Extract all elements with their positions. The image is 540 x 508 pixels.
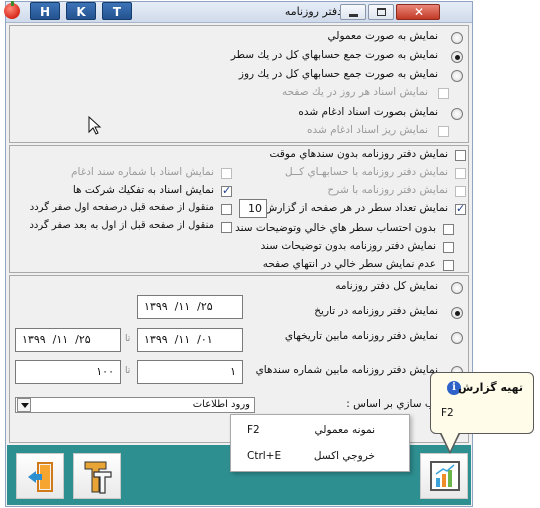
checkbox-with-total-accounts[interactable]	[455, 168, 466, 179]
h-button[interactable]: H	[30, 2, 60, 20]
report-button[interactable]	[420, 453, 468, 499]
single-date-input[interactable]: ۱۳۹۹ /۱۱ /۲۵	[137, 295, 243, 319]
label-rows-per-page: نمايش تعداد سطر در هر صفحه از گزارش	[264, 202, 448, 214]
restore-button[interactable]	[368, 4, 394, 20]
radio-between-dates[interactable]	[451, 332, 463, 344]
tooltip-title: تهيه گزارش	[458, 381, 523, 394]
report-tooltip: i تهيه گزارش F2	[430, 372, 534, 434]
label-whole-journal: نمايش كل دفتر روزنامه	[335, 280, 438, 292]
k-button[interactable]: K	[66, 2, 96, 20]
menu-item-normal[interactable]: F2 نمونه معمولي	[231, 418, 409, 444]
checkbox-no-trailing-blank[interactable]	[443, 260, 454, 271]
chevron-down-icon[interactable]	[17, 398, 31, 412]
radio-on-date[interactable]	[451, 307, 463, 319]
checkbox-no-temp-docs[interactable]	[455, 150, 466, 161]
menu-item-excel[interactable]: Ctrl+E خروجي اكسل	[231, 444, 409, 470]
checkbox-no-doc-notes[interactable]	[443, 242, 454, 253]
minimize-button[interactable]	[340, 4, 366, 20]
menu-label-normal: نمونه معمولي	[314, 424, 375, 436]
radio-whole-journal[interactable]	[451, 282, 463, 294]
label-between-dates: نمايش دفتر روزنامه مابين تاريخهاي	[284, 330, 438, 342]
doc-to-input[interactable]: ۱۰۰	[15, 360, 121, 384]
window-title: دفتر روزنامه	[284, 5, 342, 18]
label-carry-zero-after: منقول از صفحه قبل از اول به بعد صفر گردد	[29, 220, 214, 231]
t-button[interactable]: T	[102, 2, 132, 20]
checkbox-merged-doc-number[interactable]	[221, 168, 232, 179]
checkbox-with-description[interactable]	[455, 186, 466, 197]
font-tt-icon	[84, 461, 112, 494]
label-merged-doc-number: نمايش اسناد با شماره سند ادغام	[71, 166, 214, 178]
label-carry-zero-first: منقول از صفحه قبل درصفحه اول صفر گردد	[29, 202, 214, 213]
label-with-total-accounts: نمايش دفتر روزنامه با حسابهـاي كــل	[285, 166, 448, 178]
date-from-input[interactable]: ۱۳۹۹ /۱۱ /۰۱	[137, 328, 243, 352]
label-day-per-page: نمايش اسناد هر روز در يك صفحه	[282, 86, 428, 98]
checkbox-merged-detail[interactable]	[438, 126, 449, 137]
label-no-doc-notes: نمايش دفتر روزنامه بدون توضيحات سند	[260, 240, 436, 252]
exit-button[interactable]	[16, 453, 64, 499]
checkbox-day-per-page[interactable]	[438, 88, 449, 99]
radio-sum-per-day[interactable]	[451, 70, 463, 82]
label-merged-docs: نمايش بصورت اسناد ادغام شده	[298, 106, 438, 118]
tooltip-tail-inner	[441, 432, 459, 451]
display-mode-panel: نمايش به صورت معمولي نمايش به صورت جمع ح…	[9, 25, 469, 143]
checkbox-exclude-blank-rows[interactable]	[443, 224, 454, 235]
label-no-trailing-blank: عدم نمايش سطر خالي در انتهاي صفحه	[262, 258, 436, 270]
doc-from-input[interactable]: ۱	[137, 360, 243, 384]
label-by-company: نمايش اسناد به تفكيك شركت ها	[72, 184, 214, 196]
menu-shortcut-excel: Ctrl+E	[247, 450, 282, 462]
label-with-description: نمايش دفتر روزنامه با شرح	[327, 184, 448, 196]
app-logo-icon	[4, 1, 20, 19]
rows-per-page-input[interactable]: 10	[239, 199, 267, 218]
to-label-2: تا	[125, 366, 131, 376]
label-between-docs: نمايش دفتر روزنامه مابين شماره سندهاي	[255, 364, 438, 376]
exit-door-icon	[28, 462, 53, 492]
font-button[interactable]	[73, 453, 121, 499]
label-no-temp-docs: نمايش دفتر روزنامه بدون سندهاي موقت	[269, 148, 448, 160]
date-to-input[interactable]: ۱۳۹۹ /۱۱ /۲۵	[15, 328, 121, 352]
label-merged-detail: نمايش ريز اسناد ادغام شده	[307, 124, 428, 136]
label-sum-per-day: نمايش به صورت جمع حسابهاي كل در يك روز	[238, 68, 438, 80]
close-icon: ✕	[414, 5, 425, 19]
label-on-date: نمايش دفتر روزنامه در تاريخ	[314, 305, 438, 317]
checkbox-rows-per-page[interactable]	[455, 202, 466, 215]
checkbox-by-company[interactable]	[221, 184, 232, 197]
tooltip-shortcut: F2	[441, 407, 454, 419]
mouse-cursor-icon	[88, 116, 102, 135]
report-context-menu: F2 نمونه معمولي Ctrl+E خروجي اكسل	[230, 414, 410, 472]
radio-sum-per-line[interactable]	[451, 51, 463, 63]
bar-chart-icon	[430, 461, 460, 491]
checkbox-carry-zero-first[interactable]	[221, 204, 232, 215]
sort-select-value: ورود اطلاعات	[192, 399, 250, 410]
to-label: تا	[125, 334, 131, 344]
close-button[interactable]: ✕	[396, 4, 440, 20]
radio-merged-docs[interactable]	[451, 108, 463, 120]
sort-select[interactable]: ورود اطلاعات	[15, 397, 255, 413]
menu-shortcut-normal: F2	[247, 424, 260, 436]
options-panel: نمايش دفتر روزنامه بدون سندهاي موقت نماي…	[9, 145, 469, 273]
label-sum-per-line: نمايش به صورت جمع حسابهاي كل در يك سطر	[230, 49, 438, 61]
label-exclude-blank-rows: بدون احتساب سطر هاي خالي وتوضيحات سند	[235, 222, 436, 234]
checkbox-carry-zero-after[interactable]	[221, 222, 232, 233]
label-normal: نمايش به صورت معمولي	[327, 30, 439, 42]
radio-normal[interactable]	[451, 32, 463, 44]
menu-label-excel: خروجي اكسل	[313, 450, 375, 462]
